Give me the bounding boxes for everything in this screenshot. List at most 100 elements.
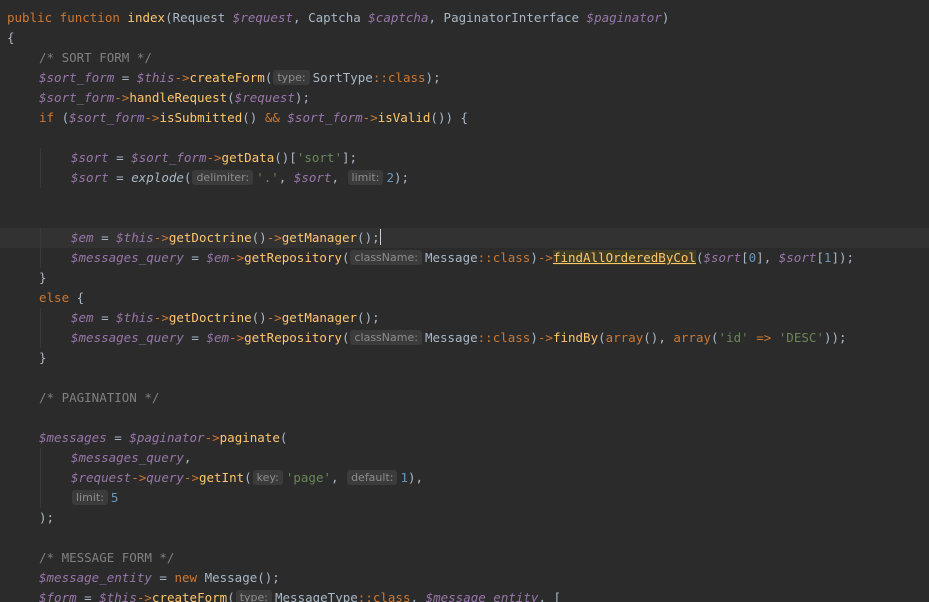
code-token: ], bbox=[756, 250, 779, 265]
code-token: array bbox=[673, 330, 712, 345]
text-cursor bbox=[379, 229, 381, 245]
code-token: $paginator bbox=[129, 430, 205, 445]
code-token: $request bbox=[234, 90, 295, 105]
code-token: } bbox=[39, 270, 47, 285]
code-line[interactable] bbox=[0, 208, 929, 228]
code-line[interactable]: $request->query->getInt(key:'page', defa… bbox=[0, 468, 929, 488]
code-token: ( bbox=[341, 250, 350, 265]
code-line[interactable]: /* PAGINATION */ bbox=[0, 388, 929, 408]
parameter-hint: delimiter: bbox=[192, 170, 254, 185]
code-token: $sort bbox=[778, 250, 817, 265]
code-token: findBy bbox=[552, 330, 599, 345]
code-token: $request bbox=[71, 470, 132, 485]
code-token: () bbox=[251, 230, 267, 245]
code-token: ( bbox=[183, 170, 192, 185]
code-token: isSubmitted bbox=[159, 110, 243, 125]
code-token: $captcha bbox=[368, 10, 429, 25]
code-line[interactable] bbox=[0, 408, 929, 428]
code-text: $message_entity = new Message(); bbox=[39, 568, 280, 588]
code-line[interactable]: $form = $this->createForm(type: MessageTy… bbox=[0, 588, 929, 602]
code-line[interactable] bbox=[0, 128, 929, 148]
code-token: $messages_query bbox=[71, 450, 184, 465]
code-token: 'page' bbox=[285, 470, 331, 485]
code-line[interactable]: $sort = explode(delimiter: '.', $sort, li… bbox=[0, 168, 929, 188]
code-token: $em bbox=[206, 330, 230, 345]
code-token: ( bbox=[61, 110, 70, 125]
code-token: $sort bbox=[71, 170, 109, 185]
code-token: $sort bbox=[293, 170, 332, 185]
code-line[interactable]: /* MESSAGE FORM */ bbox=[0, 548, 929, 568]
code-token: ), bbox=[408, 470, 424, 485]
indent-guide bbox=[40, 328, 41, 348]
parameter-hint: default: bbox=[347, 470, 398, 485]
code-line[interactable]: $messages_query = $em->getRepository(cla… bbox=[0, 248, 929, 268]
code-token: (); bbox=[357, 310, 380, 325]
code-token: $sort_form bbox=[39, 90, 115, 105]
code-line[interactable]: $messages_query = $em->getRepository(cla… bbox=[0, 328, 929, 348]
code-line[interactable]: public function index(Request $request, … bbox=[0, 8, 929, 28]
code-line[interactable] bbox=[0, 188, 929, 208]
code-text: $messages_query = $em->getRepository(cla… bbox=[71, 248, 854, 268]
code-line-current[interactable]: $em = $this->getDoctrine()->getManager()… bbox=[0, 228, 929, 248]
code-token: getManager bbox=[281, 310, 358, 325]
code-line[interactable]: } bbox=[0, 348, 929, 368]
code-token: = bbox=[108, 150, 132, 165]
code-text: $sort = $sort_form->getData()['sort']; bbox=[71, 148, 357, 168]
code-token: -> bbox=[204, 430, 220, 445]
code-line[interactable]: $messages_query, bbox=[0, 448, 929, 468]
code-token: -> bbox=[114, 90, 130, 105]
code-line[interactable]: /* SORT FORM */ bbox=[0, 48, 929, 68]
code-token: :: bbox=[477, 250, 493, 265]
code-token: { bbox=[7, 30, 15, 45]
code-text: $form = $this->createForm(type: MessageTy… bbox=[39, 588, 561, 602]
code-line[interactable]: ); bbox=[0, 508, 929, 528]
code-token: class bbox=[372, 590, 411, 602]
code-token: $sort_form bbox=[39, 70, 115, 85]
code-line[interactable] bbox=[0, 528, 929, 548]
code-line[interactable]: $em = $this->getDoctrine()->getManager()… bbox=[0, 308, 929, 328]
parameter-hint: className: bbox=[350, 250, 422, 265]
code-token: $messages_query bbox=[71, 330, 184, 345]
code-line[interactable]: } bbox=[0, 268, 929, 288]
code-text: /* PAGINATION */ bbox=[39, 388, 159, 408]
code-token: = bbox=[183, 250, 207, 265]
code-token: getData bbox=[221, 150, 275, 165]
code-token: -> bbox=[144, 110, 160, 125]
code-token: -> bbox=[266, 230, 282, 245]
code-text: { bbox=[7, 28, 15, 48]
code-text: $request->query->getInt(key:'page', defa… bbox=[71, 468, 423, 488]
code-editor[interactable]: public function index(Request $request, … bbox=[0, 0, 929, 602]
indent-guide bbox=[40, 148, 41, 168]
code-line[interactable]: limit: 5 bbox=[0, 488, 929, 508]
code-token: getManager bbox=[281, 230, 358, 245]
code-token: $em bbox=[206, 250, 230, 265]
code-token: $sort bbox=[703, 250, 742, 265]
code-token: } bbox=[39, 350, 47, 365]
code-token: $em bbox=[71, 310, 94, 325]
code-token: $em bbox=[71, 230, 94, 245]
code-token: paginate bbox=[219, 430, 280, 445]
code-token: :: bbox=[372, 70, 388, 85]
code-token: (Request bbox=[165, 10, 233, 25]
code-token: -> bbox=[266, 310, 282, 325]
code-line[interactable]: else { bbox=[0, 288, 929, 308]
code-line[interactable] bbox=[0, 368, 929, 388]
code-token: $this bbox=[116, 230, 154, 245]
code-token: /* MESSAGE FORM */ bbox=[39, 550, 175, 565]
code-line[interactable]: $sort_form->handleRequest($request); bbox=[0, 88, 929, 108]
code-line[interactable]: if ($sort_form->isSubmitted() && $sort_f… bbox=[0, 108, 929, 128]
code-text: $messages = $paginator->paginate( bbox=[39, 428, 287, 448]
code-token: = bbox=[93, 310, 117, 325]
code-text: public function index(Request $request, … bbox=[7, 8, 669, 28]
code-token: -> bbox=[136, 590, 152, 602]
code-line[interactable]: $sort = $sort_form->getData()['sort']; bbox=[0, 148, 929, 168]
code-token: $sort_form bbox=[131, 150, 207, 165]
code-line[interactable]: { bbox=[0, 28, 929, 48]
code-line[interactable]: $message_entity = new Message(); bbox=[0, 568, 929, 588]
code-token: = bbox=[93, 230, 117, 245]
code-line[interactable]: $messages = $paginator->paginate( bbox=[0, 428, 929, 448]
code-token: ); bbox=[294, 90, 310, 105]
code-line[interactable]: $sort_form = $this->createForm(type: Sort… bbox=[0, 68, 929, 88]
code-token: = bbox=[108, 170, 132, 185]
